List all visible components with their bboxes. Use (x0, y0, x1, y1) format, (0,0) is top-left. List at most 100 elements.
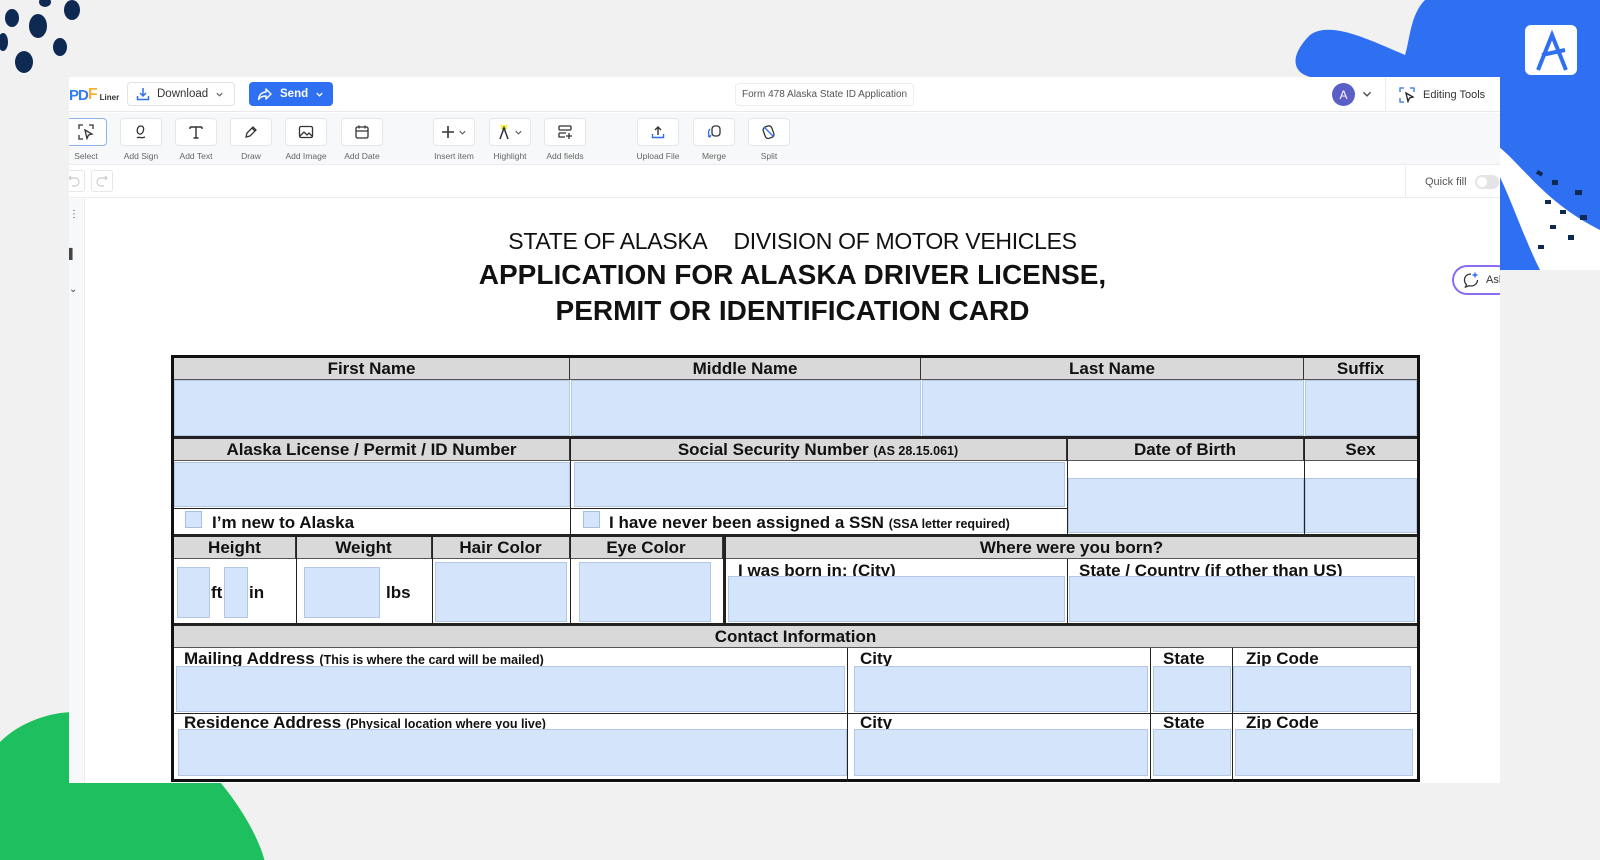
no-ssn-checkbox[interactable] (583, 511, 600, 528)
rail-thumbnails-icon[interactable]: ⋮ (69, 209, 79, 220)
tool-merge[interactable]: Merge (691, 118, 737, 161)
height-inches-input[interactable] (224, 567, 248, 618)
user-avatar[interactable]: A (1332, 83, 1355, 106)
middle-name-input[interactable] (571, 380, 921, 436)
quick-fill-label: Quick fill (1425, 176, 1467, 188)
tool-select[interactable]: Select (69, 118, 109, 161)
image-icon (298, 125, 314, 139)
highlighter-icon (499, 125, 509, 140)
mailing-city-input[interactable] (854, 666, 1148, 712)
tool-add-text[interactable]: Add Text (173, 118, 219, 161)
hair-color-header: Hair Color (432, 537, 570, 559)
tools-toolbar: Select Add Sign Add Text Draw Add Image … (69, 113, 1500, 165)
pdf-editor-window: PD F Liner Download Send Form 478 Alaska… (69, 77, 1500, 783)
residence-city-input[interactable] (854, 729, 1148, 776)
application-form: First Name Middle Name Last Name Suffix … (171, 355, 1420, 782)
tool-upload-file[interactable]: Upload File (635, 118, 681, 161)
chevron-down-icon (459, 130, 466, 135)
quick-fill-control[interactable]: Quick fill (1405, 166, 1500, 198)
chevron-down-icon (515, 130, 522, 135)
sex-header: Sex (1304, 439, 1417, 461)
residence-state-input[interactable] (1153, 729, 1231, 776)
first-name-input[interactable] (174, 380, 570, 436)
tool-add-date[interactable]: Add Date (339, 118, 385, 161)
signature-icon (136, 125, 146, 139)
mailing-zip-input[interactable] (1233, 666, 1411, 712)
tool-add-sign[interactable]: Add Sign (118, 118, 164, 161)
send-button[interactable]: Send (249, 82, 333, 106)
height-header: Height (174, 537, 296, 559)
divider (570, 439, 571, 534)
rail-pages-icon[interactable]: ▌ (69, 249, 76, 260)
sex-input[interactable] (1305, 478, 1417, 533)
mailing-state-input[interactable] (1153, 666, 1231, 712)
born-city-input[interactable] (728, 576, 1065, 622)
select-cursor-icon (1399, 86, 1415, 103)
redo-icon (96, 175, 108, 187)
contact-info-header: Contact Information (174, 626, 1417, 648)
tool-highlight[interactable]: Highlight (487, 118, 533, 161)
suffix-input[interactable] (1305, 380, 1417, 436)
quick-fill-toggle[interactable] (1474, 175, 1499, 189)
tool-add-image[interactable]: Add Image (283, 118, 329, 161)
form-title-line-2: PERMIT OR IDENTIFICATION CARD (555, 295, 1030, 326)
chevron-down-icon (316, 92, 323, 97)
new-to-alaska-checkbox[interactable] (185, 511, 202, 528)
new-to-alaska-label: I’m new to Alaska (212, 513, 355, 532)
chevron-down-icon (216, 92, 223, 97)
pdf-page: STATE OF ALASKA DIVISION OF MOTOR VEHICLE… (85, 199, 1500, 783)
divider (723, 537, 726, 624)
dob-header: Date of Birth (1067, 439, 1304, 461)
editing-tools-button[interactable]: Editing Tools (1385, 77, 1500, 112)
tool-add-fields[interactable]: Add fields (542, 118, 588, 161)
eye-color-input[interactable] (579, 562, 711, 622)
last-name-input[interactable] (922, 380, 1304, 436)
weight-input[interactable] (304, 567, 380, 618)
divider (432, 537, 433, 624)
split-icon (762, 125, 775, 140)
ask-ai-button[interactable]: Ask (1452, 265, 1500, 295)
divider (1150, 648, 1151, 782)
tool-insert-item[interactable]: Insert item (431, 118, 477, 161)
divider (1067, 439, 1068, 534)
divider (570, 537, 571, 624)
height-feet-input[interactable] (177, 567, 210, 618)
undo-icon (69, 175, 80, 187)
divider (847, 648, 848, 782)
chat-sparkle-icon (1463, 272, 1479, 289)
hair-color-input[interactable] (435, 562, 567, 622)
divider (1067, 559, 1068, 624)
residence-address-input[interactable] (178, 729, 847, 776)
no-ssn-label: I have never been assigned a SSN (SSA le… (609, 513, 1010, 532)
mailing-address-input[interactable] (176, 666, 845, 712)
undo-button[interactable] (69, 170, 85, 192)
tool-split[interactable]: Split (746, 118, 792, 161)
inches-unit: in (249, 583, 265, 602)
download-button[interactable]: Download (127, 82, 235, 106)
eye-color-header: Eye Color (570, 537, 723, 559)
born-state-input[interactable] (1069, 576, 1415, 622)
residence-zip-input[interactable] (1235, 729, 1413, 776)
left-side-rail: ⋮ ▌ ⌄ (69, 199, 85, 783)
middle-name-header: Middle Name (570, 358, 921, 380)
send-label: Send (280, 88, 309, 100)
divider (1304, 439, 1305, 534)
add-fields-icon (558, 125, 572, 139)
download-icon (136, 88, 150, 101)
tool-draw[interactable]: Draw (228, 118, 274, 161)
suffix-header: Suffix (1304, 358, 1417, 380)
feet-unit: ft (211, 583, 223, 602)
agency-header: STATE OF ALASKA DIVISION OF MOTOR VEHICLE… (508, 228, 1077, 254)
calendar-icon (355, 125, 369, 139)
top-bar: PD F Liner Download Send Form 478 Alaska… (69, 77, 1500, 112)
pdfliner-logo[interactable]: PD F Liner (69, 86, 119, 104)
chevron-down-icon[interactable] (1361, 88, 1373, 100)
chevron-down-icon[interactable]: ⌄ (69, 284, 77, 295)
ssn-input[interactable] (574, 462, 1065, 507)
document-name-field[interactable]: Form 478 Alaska State ID Application (735, 83, 915, 106)
weight-header: Weight (296, 537, 432, 559)
redo-button[interactable] (91, 170, 113, 192)
dob-input[interactable] (1068, 478, 1304, 533)
ssn-header: Social Security Number (AS 28.15.061) (570, 439, 1067, 461)
license-number-input[interactable] (174, 462, 570, 507)
